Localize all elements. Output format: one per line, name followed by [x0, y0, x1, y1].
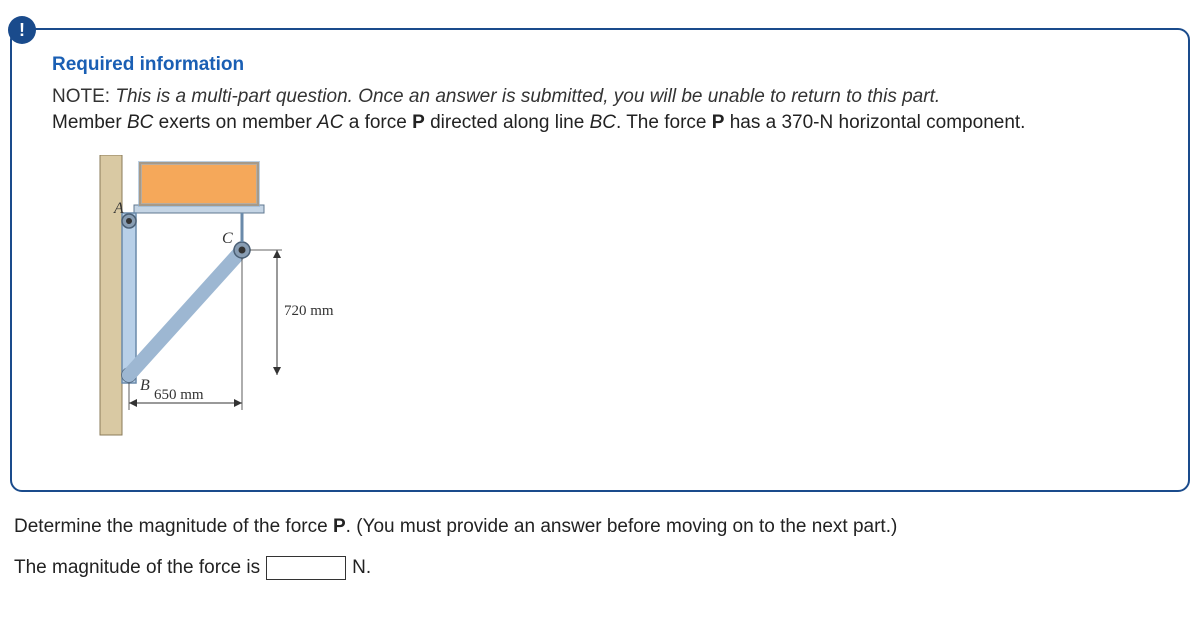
label-b: B [140, 377, 150, 394]
problem-statement: Member BC exerts on member AC a force P … [52, 110, 1148, 137]
prompt-pre: Determine the magnitude of the force [14, 516, 333, 537]
body-end: has a 370-N horizontal component. [724, 112, 1025, 133]
dim-horizontal: 650 mm [154, 387, 204, 403]
required-info-box: ! Required information NOTE: This is a m… [10, 28, 1190, 492]
force-p-2: P [712, 112, 725, 133]
body-mid3: directed along line [425, 112, 590, 133]
body-mid2: a force [343, 112, 412, 133]
member-bc: BC [127, 112, 153, 133]
note-text: This is a multi-part question. Once an a… [115, 86, 940, 107]
body-prefix: Member [52, 112, 127, 133]
diagram-svg: A B C 720 mm 650 mm [82, 155, 342, 445]
label-c: C [222, 230, 233, 247]
note-label: NOTE: [52, 86, 110, 107]
member-ac: AC [317, 112, 343, 133]
body-mid4: . The force [616, 112, 712, 133]
prompt-line: Determine the magnitude of the force P. … [14, 516, 1190, 538]
label-a: A [113, 200, 124, 217]
prompt-post: . (You must provide an answer before mov… [346, 516, 898, 537]
question-container: ! Required information NOTE: This is a m… [10, 28, 1190, 580]
force-p-1: P [412, 112, 425, 133]
answer-section: Determine the magnitude of the force P. … [10, 516, 1190, 580]
figure: A B C 720 mm 650 mm [82, 155, 1148, 450]
line-bc: BC [590, 112, 616, 133]
answer-line: The magnitude of the force is N. [14, 556, 1190, 580]
note-line: NOTE: This is a multi-part question. Onc… [52, 86, 1148, 108]
answer-pre: The magnitude of the force is [14, 557, 260, 579]
body-mid1: exerts on member [153, 112, 317, 133]
answer-unit: N. [352, 557, 371, 579]
alert-icon: ! [8, 16, 36, 44]
prompt-p: P [333, 516, 346, 537]
magnitude-input[interactable] [266, 556, 346, 580]
required-heading: Required information [52, 54, 1148, 76]
dim-vertical: 720 mm [284, 303, 334, 319]
